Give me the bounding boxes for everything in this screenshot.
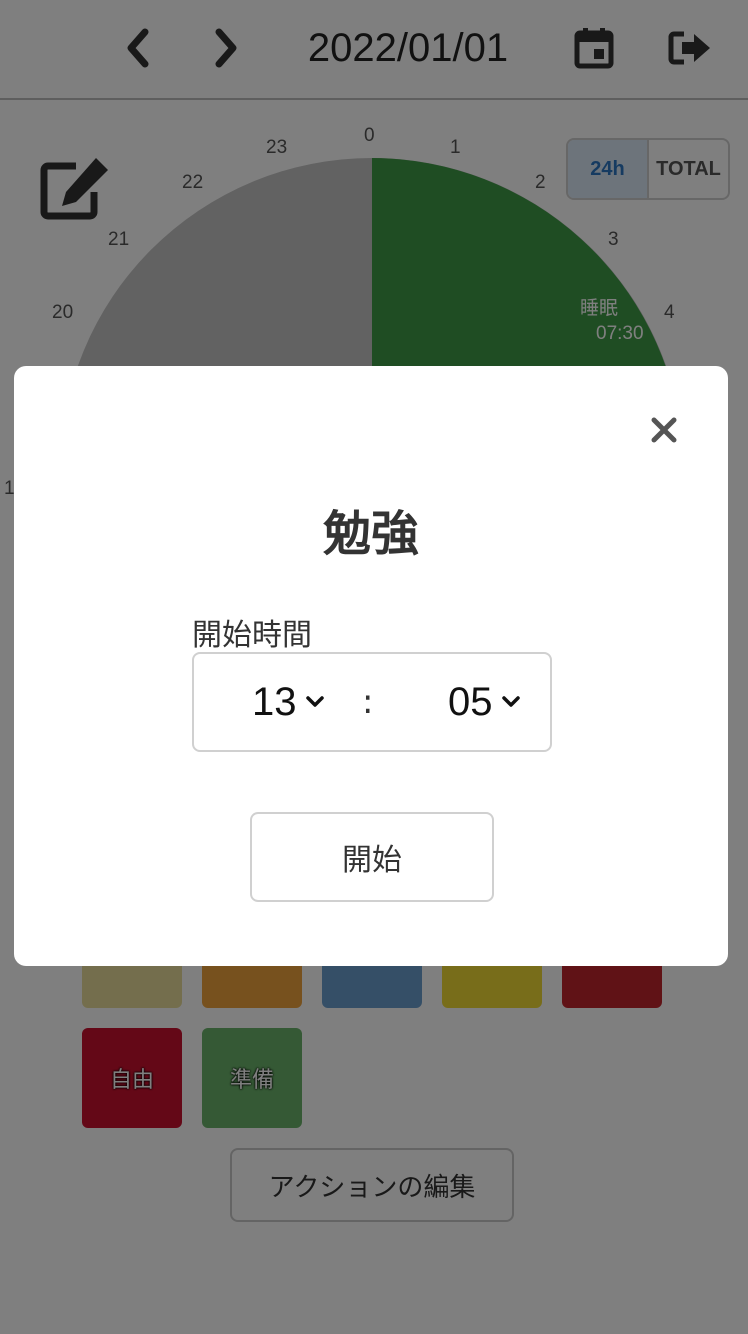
time-separator: :: [362, 682, 374, 722]
start-button[interactable]: 開始: [250, 812, 494, 902]
start-time-label: 開始時間: [192, 618, 312, 653]
minute-value: 05: [448, 679, 493, 724]
hour-select[interactable]: 13: [252, 654, 325, 750]
close-icon: [651, 417, 677, 443]
chevron-down-icon: [501, 696, 520, 707]
hour-value: 13: [252, 679, 297, 724]
modal-title: 勉強: [322, 506, 419, 562]
start-action-modal: 勉強 開始時間 13 : 05 開始: [14, 366, 728, 966]
chevron-down-icon: [305, 696, 324, 707]
start-time-picker: 13 : 05: [192, 652, 552, 752]
minute-select[interactable]: 05: [448, 654, 521, 750]
close-button[interactable]: [644, 410, 684, 450]
